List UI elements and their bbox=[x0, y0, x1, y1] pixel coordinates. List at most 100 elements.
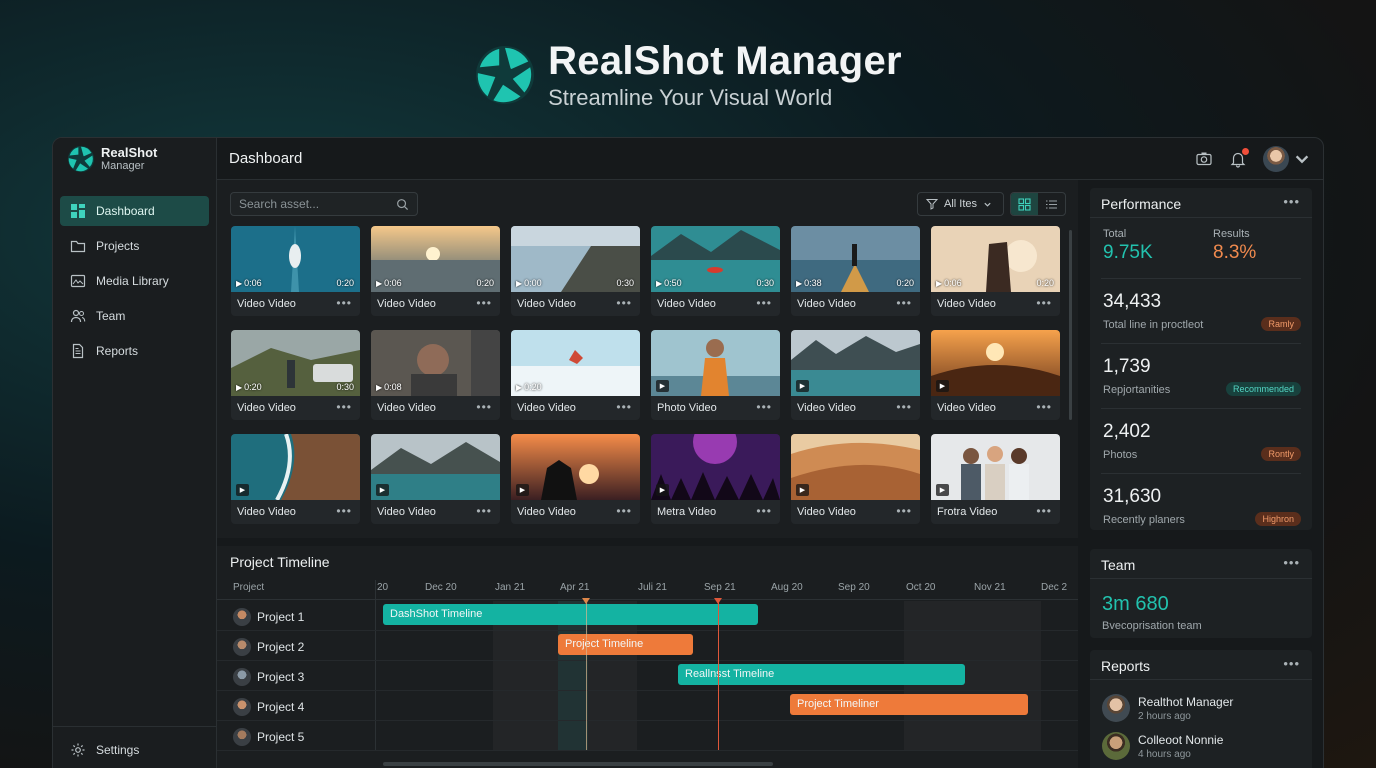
user-menu[interactable] bbox=[1263, 146, 1311, 172]
asset-card[interactable]: ▶ Photo Video ••• bbox=[651, 330, 780, 420]
asset-card[interactable]: ▶ Frotra Video ••• bbox=[931, 434, 1060, 524]
asset-thumbnail: ▶ 0:50 0:30 bbox=[651, 226, 780, 292]
camera-icon[interactable] bbox=[1195, 150, 1213, 168]
sidebar-item-projects[interactable]: Projects bbox=[60, 231, 209, 261]
gear-icon bbox=[71, 743, 85, 757]
asset-label: Metra Video bbox=[657, 506, 717, 518]
kpi-results: Results 8.3% bbox=[1213, 228, 1257, 263]
asset-label: Video Video bbox=[797, 298, 856, 310]
play-icon: ▶ bbox=[236, 382, 243, 392]
play-icon: ▶ bbox=[516, 484, 529, 496]
more-options-button[interactable]: ••• bbox=[1283, 194, 1300, 209]
grid-view-button[interactable] bbox=[1011, 193, 1038, 215]
asset-card[interactable]: ▶ 0:20 Video Video ••• bbox=[511, 330, 640, 420]
horizontal-scrollbar[interactable] bbox=[383, 762, 773, 766]
asset-card[interactable]: ▶ Video Video ••• bbox=[791, 434, 920, 524]
asset-card[interactable]: ▶ 0:20 0:30 Video Video ••• bbox=[231, 330, 360, 420]
more-options-button[interactable]: ••• bbox=[616, 296, 632, 310]
more-options-button[interactable]: ••• bbox=[1036, 296, 1052, 310]
timeline-marker[interactable] bbox=[714, 598, 722, 604]
chevron-down-icon bbox=[1295, 155, 1309, 164]
timeline-bar[interactable]: DashShot Timeline bbox=[383, 604, 758, 625]
more-options-button[interactable]: ••• bbox=[1036, 504, 1052, 518]
timeline-bar[interactable]: Reallnsst Timeline bbox=[678, 664, 965, 685]
folder-icon bbox=[70, 240, 86, 253]
more-options-button[interactable]: ••• bbox=[896, 504, 912, 518]
asset-card[interactable]: ▶ Video Video ••• bbox=[931, 330, 1060, 420]
duration-end: 0:20 bbox=[1036, 278, 1054, 288]
notifications-button[interactable] bbox=[1229, 148, 1249, 168]
asset-panel: All Ites ▶0:06 0:20 Video Video ••• ▶0:06 0:2… bbox=[217, 180, 1078, 538]
asset-card[interactable]: ▶ Video Video ••• bbox=[511, 434, 640, 524]
asset-thumbnail: ▶ bbox=[511, 434, 640, 500]
sidebar-item-settings[interactable]: Settings bbox=[60, 735, 210, 765]
search-input[interactable] bbox=[239, 197, 389, 211]
more-options-button[interactable]: ••• bbox=[1036, 400, 1052, 414]
play-icon: ▶ bbox=[516, 382, 523, 392]
more-options-button[interactable]: ••• bbox=[896, 296, 912, 310]
asset-card[interactable]: ▶ Video Video ••• bbox=[371, 434, 500, 524]
list-view-button[interactable] bbox=[1038, 193, 1065, 215]
asset-card[interactable]: ▶ Video Video ••• bbox=[231, 434, 360, 524]
stat-label: Photos bbox=[1103, 449, 1138, 461]
search-box[interactable] bbox=[230, 192, 418, 216]
duration-start: ▶ 0:00 bbox=[516, 278, 542, 288]
asset-thumbnail: ▶ bbox=[651, 330, 780, 396]
more-options-button[interactable]: ••• bbox=[1283, 555, 1300, 570]
more-options-button[interactable]: ••• bbox=[756, 400, 772, 414]
vertical-scrollbar[interactable] bbox=[1069, 230, 1072, 420]
play-icon: ▶ bbox=[236, 484, 249, 496]
performance-panel: Performance ••• Total 9.75K Results 8.3%… bbox=[1090, 188, 1312, 530]
asset-thumbnail: ▶ bbox=[791, 434, 920, 500]
more-options-button[interactable]: ••• bbox=[476, 504, 492, 518]
sidebar-item-media-library[interactable]: Media Library bbox=[60, 266, 209, 296]
more-options-button[interactable]: ••• bbox=[336, 504, 352, 518]
filter-dropdown[interactable]: All Ites bbox=[917, 192, 1004, 216]
asset-card[interactable]: ▶ 0:06 0:20 Video Video ••• bbox=[371, 226, 500, 316]
more-options-button[interactable]: ••• bbox=[476, 400, 492, 414]
team-panel: Team ••• 3m 680 Bvecoprisation team bbox=[1090, 549, 1312, 638]
team-icon bbox=[70, 309, 86, 323]
duration-end: 0:20 bbox=[336, 278, 354, 288]
more-options-button[interactable]: ••• bbox=[756, 504, 772, 518]
asset-card[interactable]: ▶ 0:06 0:20 Video Video ••• bbox=[931, 226, 1060, 316]
timeline-bar[interactable]: Project Timeline bbox=[558, 634, 693, 655]
more-options-button[interactable]: ••• bbox=[756, 296, 772, 310]
timeline-title: Project Timeline bbox=[230, 554, 330, 570]
timeline-row[interactable]: Project 5 bbox=[217, 721, 1078, 751]
asset-label: Video Video bbox=[377, 298, 436, 310]
more-options-button[interactable]: ••• bbox=[616, 504, 632, 518]
asset-card[interactable]: ▶ 0:00 0:30 Video Video ••• bbox=[511, 226, 640, 316]
asset-card[interactable]: ▶ 0:06 0:20 Video Video ••• bbox=[231, 226, 360, 316]
more-options-button[interactable]: ••• bbox=[616, 400, 632, 414]
timeline-bar[interactable]: Project Timeliner bbox=[790, 694, 1028, 715]
sidebar-item-team[interactable]: Team bbox=[60, 301, 209, 331]
asset-card[interactable]: ▶ Video Video ••• bbox=[791, 330, 920, 420]
asset-thumbnail: ▶ 0:08 bbox=[371, 330, 500, 396]
asset-thumbnail: ▶ 0:06 0:20 bbox=[371, 226, 500, 292]
sidebar: RealShot Manager Dashboard Projects Medi… bbox=[53, 138, 217, 768]
report-item[interactable]: Colleoot Nonnie 4 hours ago bbox=[1102, 732, 1223, 760]
project-timeline: Project Timeline Project 20 Dec 20 Jan 21 A… bbox=[217, 546, 1078, 768]
sidebar-item-dashboard[interactable]: Dashboard bbox=[60, 196, 209, 226]
asset-label: Video Video bbox=[237, 402, 296, 414]
list-icon bbox=[1046, 199, 1057, 209]
asset-card[interactable]: ▶ 0:38 0:20 Video Video ••• bbox=[791, 226, 920, 316]
asset-card[interactable]: ▶ 0:08 Video Video ••• bbox=[371, 330, 500, 420]
more-options-button[interactable]: ••• bbox=[336, 296, 352, 310]
sidebar-item-reports[interactable]: Reports bbox=[60, 336, 209, 366]
more-options-button[interactable]: ••• bbox=[476, 296, 492, 310]
report-item[interactable]: Realthot Manager 2 hours ago bbox=[1102, 694, 1233, 722]
more-options-button[interactable]: ••• bbox=[896, 400, 912, 414]
sidebar-brand[interactable]: RealShot Manager bbox=[53, 138, 216, 180]
more-options-button[interactable]: ••• bbox=[1283, 656, 1300, 671]
stat-row: 31,630 Recently planers Highron bbox=[1101, 473, 1301, 535]
stat-value: 1,739 bbox=[1103, 356, 1151, 377]
timeline-marker[interactable] bbox=[582, 598, 590, 604]
asset-card[interactable]: ▶ Metra Video ••• bbox=[651, 434, 780, 524]
more-options-button[interactable]: ••• bbox=[336, 400, 352, 414]
asset-label: Video Video bbox=[797, 402, 856, 414]
duration-end: 0:30 bbox=[336, 382, 354, 392]
filter-icon bbox=[926, 199, 938, 210]
asset-card[interactable]: ▶ 0:50 0:30 Video Video ••• bbox=[651, 226, 780, 316]
